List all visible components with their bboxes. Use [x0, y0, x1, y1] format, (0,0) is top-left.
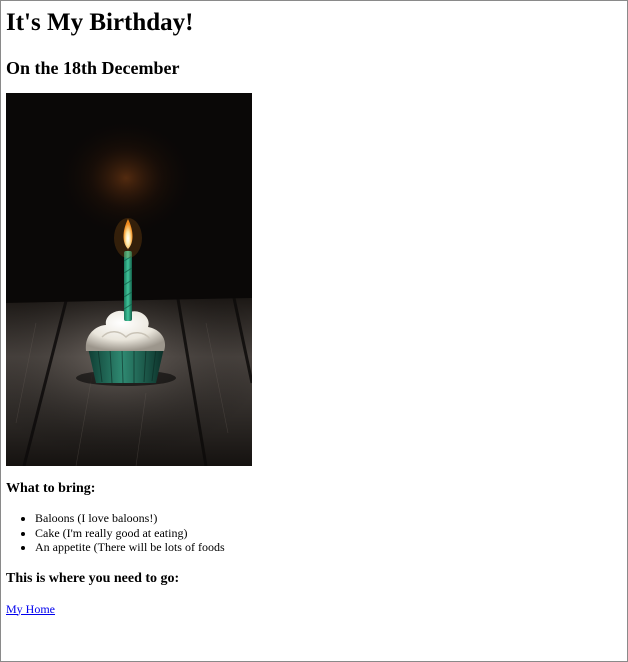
bring-list: Baloons (I love baloons!) Cake (I'm real…: [6, 511, 627, 555]
where-heading: This is where you need to go:: [6, 570, 180, 586]
page-subtitle: On the 18th December: [6, 58, 180, 78]
list-item: An appetite (There will be lots of foods: [35, 540, 627, 555]
list-item: Baloons (I love baloons!): [35, 511, 627, 526]
page-title: It's My Birthday!: [6, 9, 194, 36]
my-home-link[interactable]: My Home: [6, 602, 55, 616]
list-item: Cake (I'm really good at eating): [35, 526, 627, 541]
cupcake-candle-photo: [6, 93, 252, 466]
bring-heading: What to bring:: [6, 481, 96, 496]
link-container: My Home: [6, 602, 627, 616]
page-content: It's My Birthday! On the 18th December W…: [6, 1, 627, 616]
